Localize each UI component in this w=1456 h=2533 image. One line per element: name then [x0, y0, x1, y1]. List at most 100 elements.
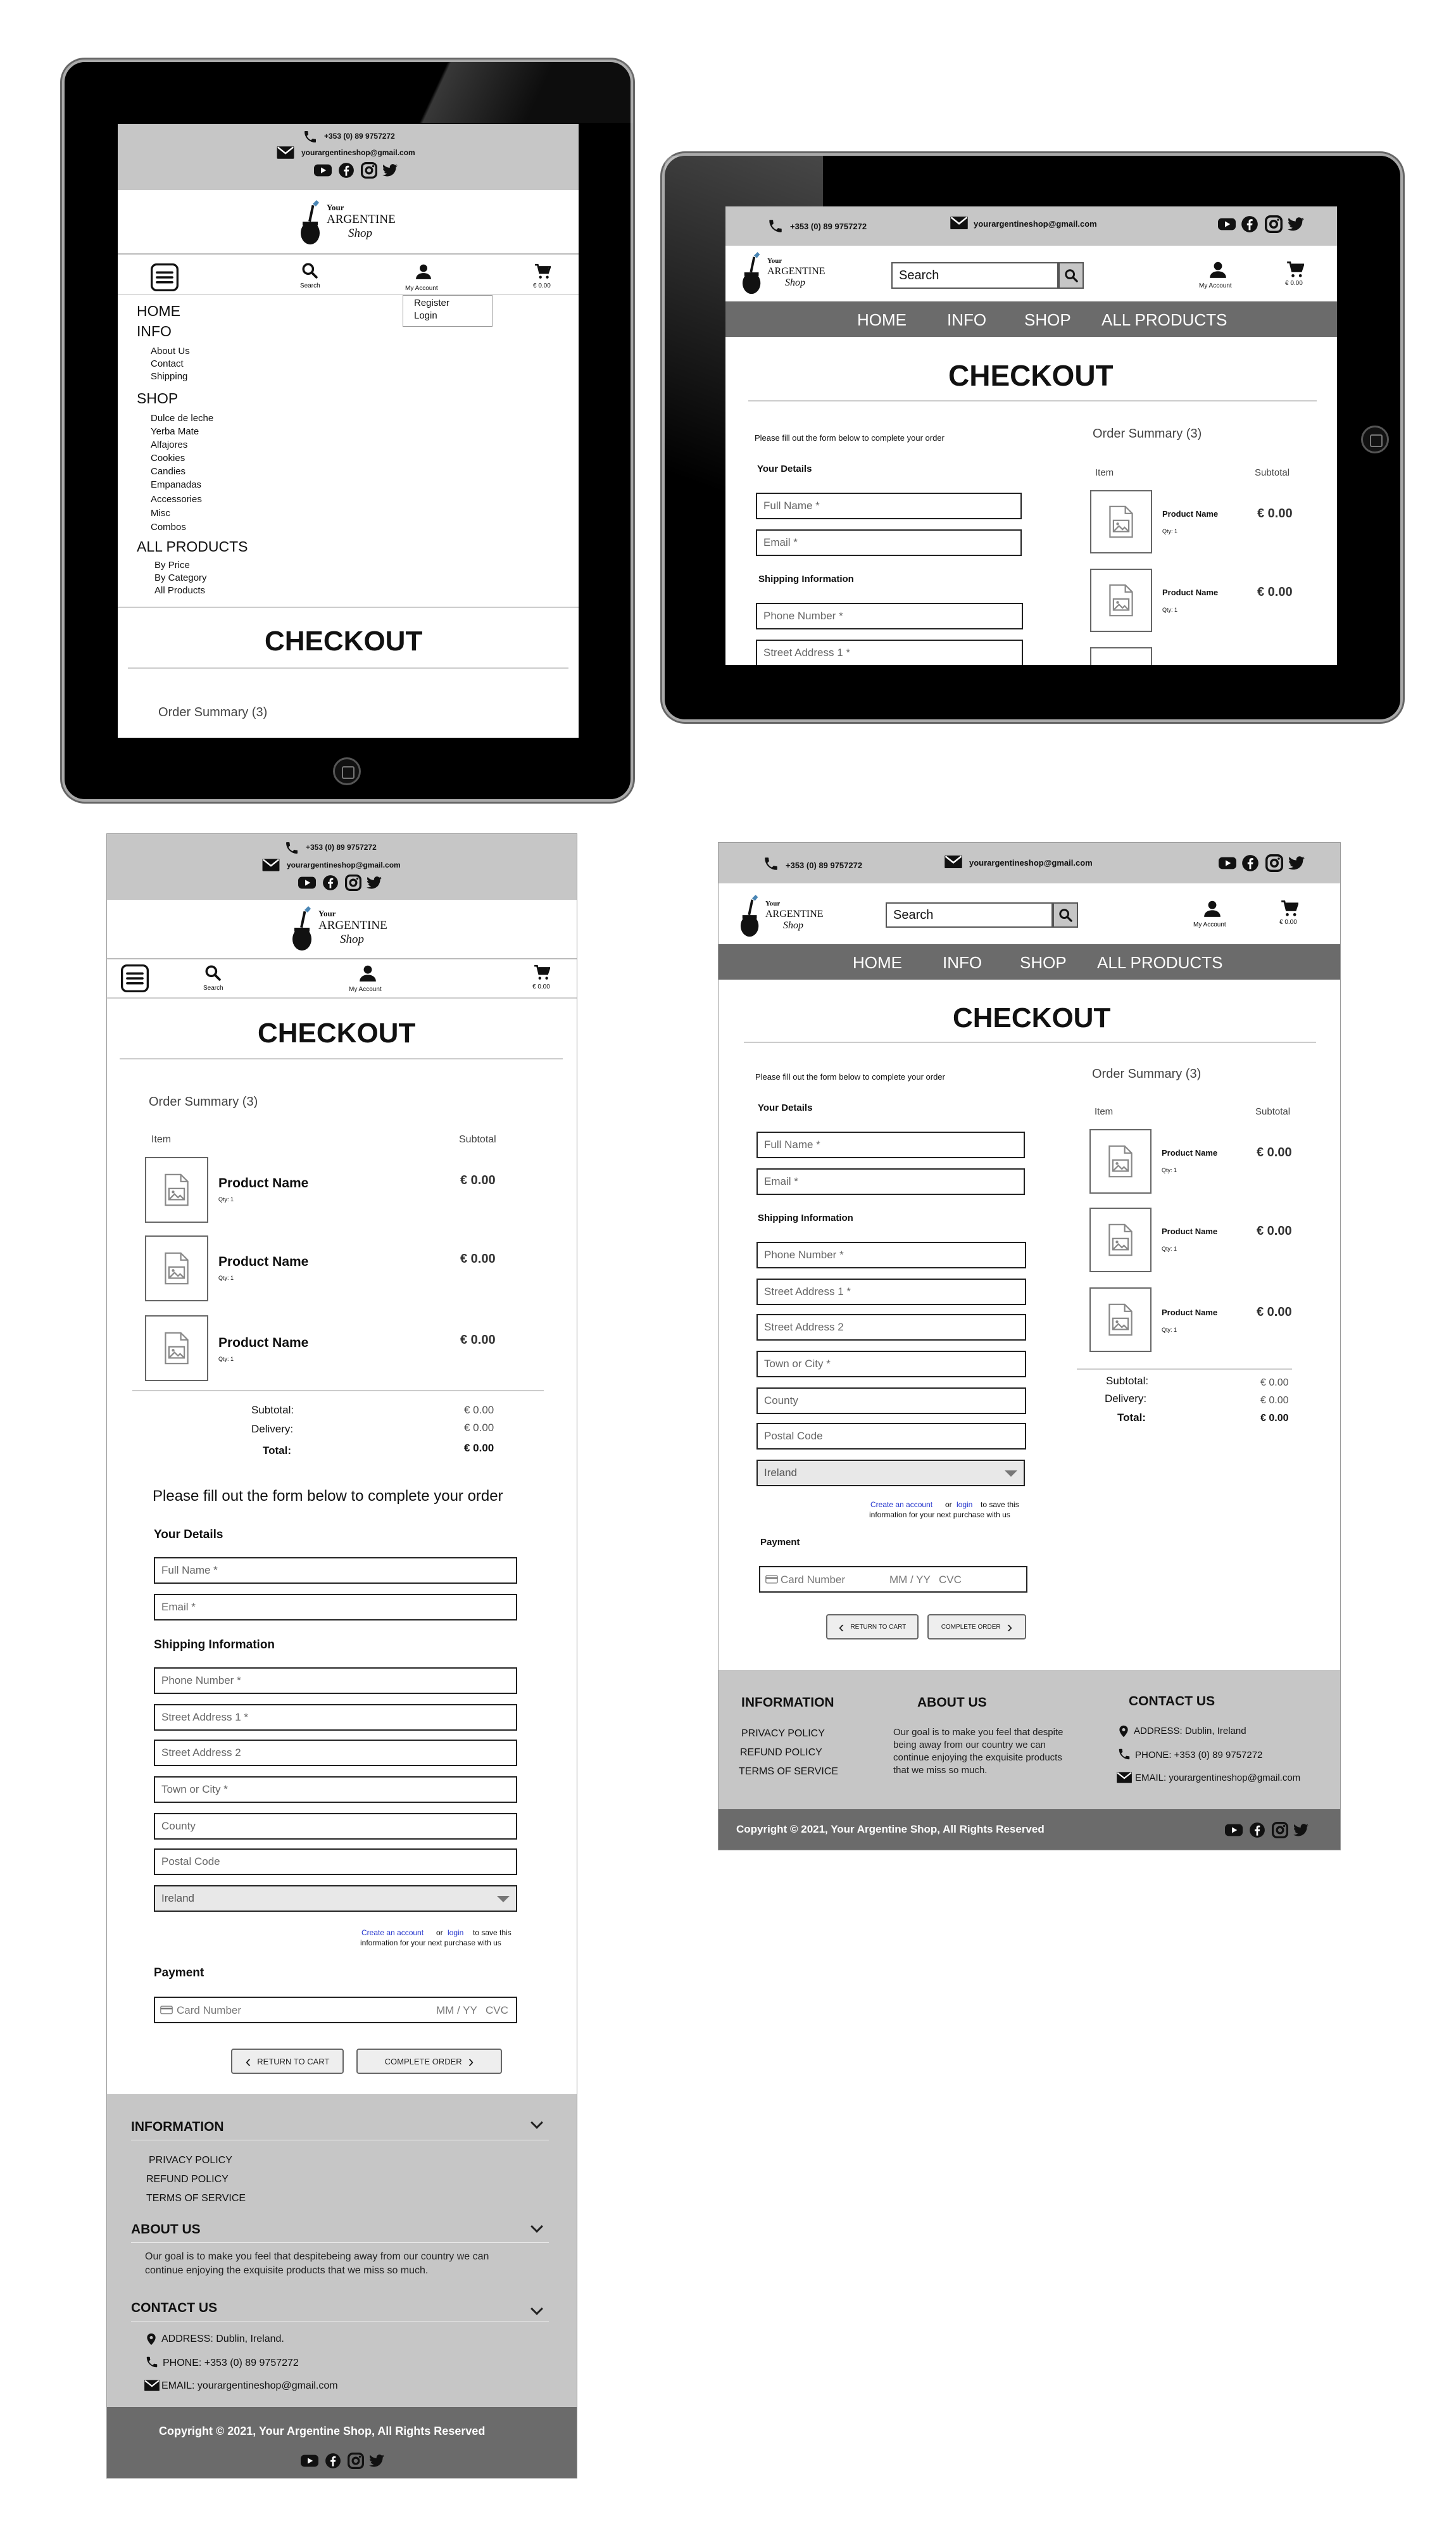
full-name-field[interactable]: Full Name * — [756, 1132, 1025, 1158]
facebook-icon[interactable] — [1241, 215, 1258, 233]
product-image[interactable] — [145, 1235, 208, 1301]
town-field[interactable]: Town or City * — [154, 1776, 517, 1803]
county-field[interactable]: County — [154, 1813, 517, 1840]
account-label[interactable]: My Account — [1199, 282, 1232, 289]
youtube-icon[interactable] — [1218, 217, 1236, 232]
search-button[interactable] — [1053, 902, 1078, 928]
privacy-policy-link[interactable]: PRIVACY POLICY — [741, 1728, 825, 1740]
instagram-icon[interactable] — [348, 2453, 364, 2469]
product-name[interactable]: Product Name — [1162, 509, 1218, 519]
nav-shop[interactable]: SHOP — [1024, 310, 1071, 330]
menu-alfajores[interactable]: Alfajores — [151, 439, 187, 450]
facebook-icon[interactable] — [338, 162, 355, 179]
youtube-icon[interactable] — [301, 2454, 318, 2468]
refund-policy-link[interactable]: REFUND POLICY — [740, 1747, 822, 1759]
cart-icon[interactable] — [1286, 261, 1304, 279]
product-image[interactable] — [145, 1315, 208, 1381]
street2-field[interactable]: Street Address 2 — [154, 1740, 517, 1766]
menu-combos[interactable]: Combos — [151, 522, 186, 533]
county-field[interactable]: County — [756, 1387, 1026, 1414]
refund-policy-link[interactable]: REFUND POLICY — [146, 2174, 229, 2185]
terms-link[interactable]: TERMS OF SERVICE — [146, 2193, 246, 2204]
email-field[interactable]: Email * — [756, 529, 1022, 556]
menu-all[interactable]: All Products — [154, 585, 205, 596]
nav-all-products[interactable]: ALL PRODUCTS — [1097, 953, 1222, 973]
country-select[interactable]: Ireland — [756, 1460, 1025, 1486]
complete-order-button[interactable]: COMPLETE ORDER › — [356, 2049, 502, 2074]
facebook-icon[interactable] — [1249, 1822, 1265, 1838]
postal-field[interactable]: Postal Code — [154, 1848, 517, 1875]
email-field[interactable]: Email * — [154, 1594, 517, 1620]
product-image[interactable] — [1089, 1208, 1152, 1272]
menu-by-category[interactable]: By Category — [154, 572, 207, 583]
facebook-icon[interactable] — [325, 2453, 341, 2469]
cart-icon[interactable] — [1281, 900, 1298, 918]
nav-home[interactable]: HOME — [853, 953, 902, 973]
brand-logo[interactable]: Your ARGENTINE Shop — [291, 906, 392, 952]
complete-order-button[interactable]: COMPLETE ORDER › — [927, 1614, 1026, 1639]
twitter-icon[interactable] — [1288, 217, 1304, 232]
search-input[interactable]: Search — [886, 902, 1053, 928]
user-icon[interactable] — [1203, 900, 1221, 918]
youtube-icon[interactable] — [314, 163, 332, 177]
menu-yerba[interactable]: Yerba Mate — [151, 426, 199, 437]
street1-field[interactable]: Street Address 1 * — [756, 640, 1023, 665]
youtube-icon[interactable] — [1219, 856, 1236, 871]
menu-candies[interactable]: Candies — [151, 466, 185, 477]
menu-shop[interactable]: SHOP — [137, 390, 178, 407]
menu-about[interactable]: About Us — [151, 346, 190, 357]
login-link[interactable]: login — [448, 1928, 463, 1937]
full-name-field[interactable]: Full Name * — [756, 493, 1022, 519]
brand-logo[interactable]: Your ARGENTINE Shop — [741, 252, 829, 295]
youtube-icon[interactable] — [1225, 1823, 1243, 1837]
product-name[interactable]: Product Name — [1162, 1148, 1217, 1158]
facebook-icon[interactable] — [322, 875, 339, 891]
register-link[interactable]: Register — [414, 298, 449, 308]
product-name[interactable]: Product Name — [1162, 588, 1218, 597]
return-to-cart-button[interactable]: ‹ RETURN TO CART — [826, 1614, 919, 1639]
login-link[interactable]: login — [957, 1500, 972, 1509]
footer-about-heading[interactable]: ABOUT US — [131, 2222, 201, 2237]
instagram-icon[interactable] — [1272, 1822, 1288, 1838]
phone-field[interactable]: Phone Number * — [154, 1667, 517, 1694]
phone-field[interactable]: Phone Number * — [756, 603, 1023, 629]
product-image[interactable] — [1089, 1129, 1152, 1194]
search-input[interactable]: Search — [891, 262, 1058, 289]
menu-dulce[interactable]: Dulce de leche — [151, 413, 213, 424]
account-label[interactable]: My Account — [405, 285, 438, 292]
footer-contact-heading[interactable]: CONTACT US — [131, 2301, 217, 2316]
menu-home[interactable]: HOME — [137, 303, 180, 320]
twitter-icon[interactable] — [1293, 1823, 1309, 1837]
product-image[interactable] — [1089, 1287, 1152, 1352]
product-image[interactable] — [1090, 569, 1152, 632]
twitter-icon[interactable] — [382, 163, 398, 177]
town-field[interactable]: Town or City * — [756, 1351, 1026, 1377]
brand-logo[interactable]: Your ARGENTINE Shop — [739, 895, 827, 938]
account-label[interactable]: My Account — [349, 986, 382, 993]
home-button[interactable] — [1361, 426, 1389, 453]
create-account-link[interactable]: Create an account — [361, 1928, 424, 1937]
menu-empanadas[interactable]: Empanadas — [151, 479, 201, 490]
user-icon[interactable] — [415, 263, 432, 280]
full-name-field[interactable]: Full Name * — [154, 1557, 517, 1584]
create-account-link[interactable]: Create an account — [870, 1500, 932, 1509]
account-label[interactable]: My Account — [1193, 921, 1226, 928]
instagram-icon[interactable] — [345, 875, 361, 891]
footer-information-heading[interactable]: INFORMATION — [131, 2119, 224, 2135]
menu-info[interactable]: INFO — [137, 323, 172, 340]
user-icon[interactable] — [1209, 261, 1227, 279]
nav-home[interactable]: HOME — [857, 310, 907, 330]
return-to-cart-button[interactable]: ‹ RETURN TO CART — [231, 2049, 344, 2074]
youtube-icon[interactable] — [298, 876, 316, 890]
card-input[interactable]: Card Number MM / YY CVC — [154, 1997, 517, 2023]
menu-misc[interactable]: Misc — [151, 508, 170, 519]
home-button[interactable] — [333, 757, 361, 785]
menu-contact[interactable]: Contact — [151, 358, 184, 369]
cart-icon[interactable] — [534, 964, 550, 981]
nav-shop[interactable]: SHOP — [1020, 953, 1067, 973]
twitter-icon[interactable] — [369, 2454, 384, 2468]
email-field[interactable]: Email * — [756, 1168, 1025, 1195]
instagram-icon[interactable] — [361, 162, 377, 179]
nav-all-products[interactable]: ALL PRODUCTS — [1101, 310, 1227, 330]
product-image[interactable] — [1090, 647, 1152, 665]
